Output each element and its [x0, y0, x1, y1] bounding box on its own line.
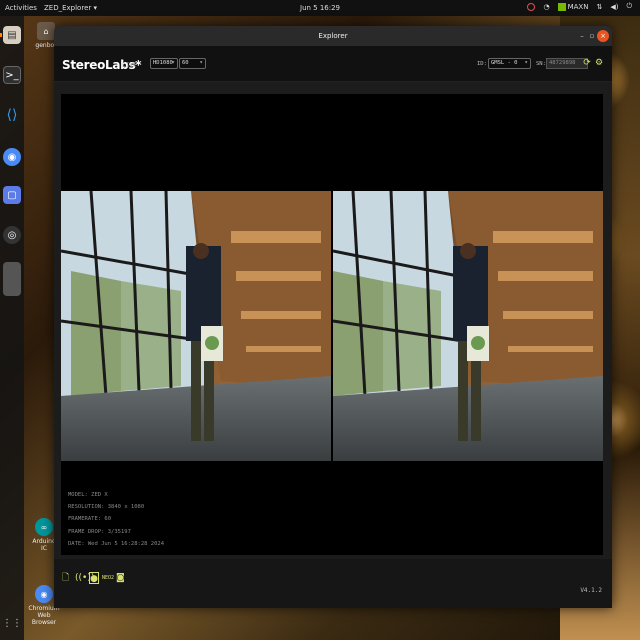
vscode-icon[interactable]: ⟨⟩	[3, 106, 21, 124]
system-tray[interactable]: ◔ MAXN ⇅ ◀) ⏻	[527, 2, 632, 11]
window-titlebar[interactable]: Explorer – ▫ ×	[54, 26, 612, 46]
app-menu[interactable]: ZED_Explorer ▾	[44, 4, 97, 12]
depth-icon[interactable]: NEO2	[102, 572, 114, 584]
settings-gear-icon[interactable]: ⚙	[594, 58, 604, 68]
power-icon[interactable]: ⏻	[626, 2, 632, 11]
nvidia-power-mode[interactable]: MAXN	[557, 2, 589, 11]
network-icon[interactable]: ⇅	[596, 3, 602, 11]
close-icon[interactable]: ×	[597, 30, 609, 42]
record-icon[interactable]: ●	[89, 572, 99, 584]
window-title: Explorer	[318, 32, 348, 40]
meta-resolution: RESOLUTION: 3840 x 1080	[68, 504, 145, 511]
camera-id-label: ID:	[477, 61, 487, 67]
file-icon[interactable]: 🗋	[62, 572, 69, 584]
terminal-icon[interactable]: >_	[3, 66, 21, 84]
meta-model: MODEL: ZED X	[68, 492, 108, 498]
nvidia-icon	[557, 2, 566, 11]
meta-frame-drop: FRAME DROP: 3/35197	[68, 528, 131, 535]
version-label: V4.1.2	[580, 587, 602, 594]
meta-framerate: FRAMERATE: 60	[68, 516, 112, 523]
camera-icon[interactable]: ◙	[116, 572, 125, 584]
camera-id-select[interactable]: GMSL - 0	[488, 58, 531, 69]
system-top-bar: Activities ZED_Explorer ▾ Jun 5 16:29 ◔ …	[0, 0, 640, 16]
serial-label: SN:	[536, 61, 546, 67]
explorer-app-icon[interactable]	[3, 262, 21, 296]
activities-button[interactable]: Activities	[5, 4, 37, 12]
right-camera-image	[333, 191, 603, 461]
screenshot-icon[interactable]: ▢	[3, 186, 21, 204]
camera-viewer[interactable]: MODEL: ZED X RESOLUTION: 3840 x 1080 FRA…	[61, 94, 603, 555]
obs-icon[interactable]: ◎	[3, 226, 21, 244]
arduino-icon: ∞	[35, 518, 53, 536]
power-mode-label: MAXN	[567, 2, 589, 11]
volume-icon[interactable]: ◀)	[610, 3, 618, 11]
explorer-header: StereoLabs* LIVE HD1080 60 ID: GMSL - 0 …	[54, 46, 612, 82]
dock: ▤ >_ ⟨⟩ ◉ ▢ ◎ ⋮⋮	[0, 16, 24, 640]
meta-date: DATE: Wed Jun 5 16:28:28 2024	[68, 540, 165, 547]
files-icon[interactable]: ▤	[0, 26, 21, 44]
chromium-desktop-icon: ◉	[35, 585, 53, 603]
live-status: LIVE	[122, 62, 137, 69]
camera-metadata: MODEL: ZED X RESOLUTION: 3840 x 1080 FRA…	[68, 489, 164, 550]
home-folder-icon: ⌂	[37, 22, 55, 40]
record-indicator-icon[interactable]	[527, 2, 536, 11]
bottom-toolbar: 🗋 ((•)) ● NEO2 ◙ V4.1.2	[54, 559, 612, 608]
explorer-window: Explorer – ▫ × StereoLabs* LIVE HD1080 6…	[54, 26, 612, 608]
refresh-icon[interactable]: ⟳	[582, 58, 592, 68]
fps-select[interactable]: 60	[179, 58, 206, 69]
clock[interactable]: Jun 5 16:29	[300, 4, 340, 12]
left-camera-image	[61, 191, 331, 461]
resolution-select[interactable]: HD1080	[150, 58, 178, 69]
chromium-icon[interactable]: ◉	[3, 148, 21, 166]
show-apps-icon[interactable]: ⋮⋮	[2, 614, 22, 632]
wifi-icon[interactable]: ◔	[543, 3, 549, 11]
